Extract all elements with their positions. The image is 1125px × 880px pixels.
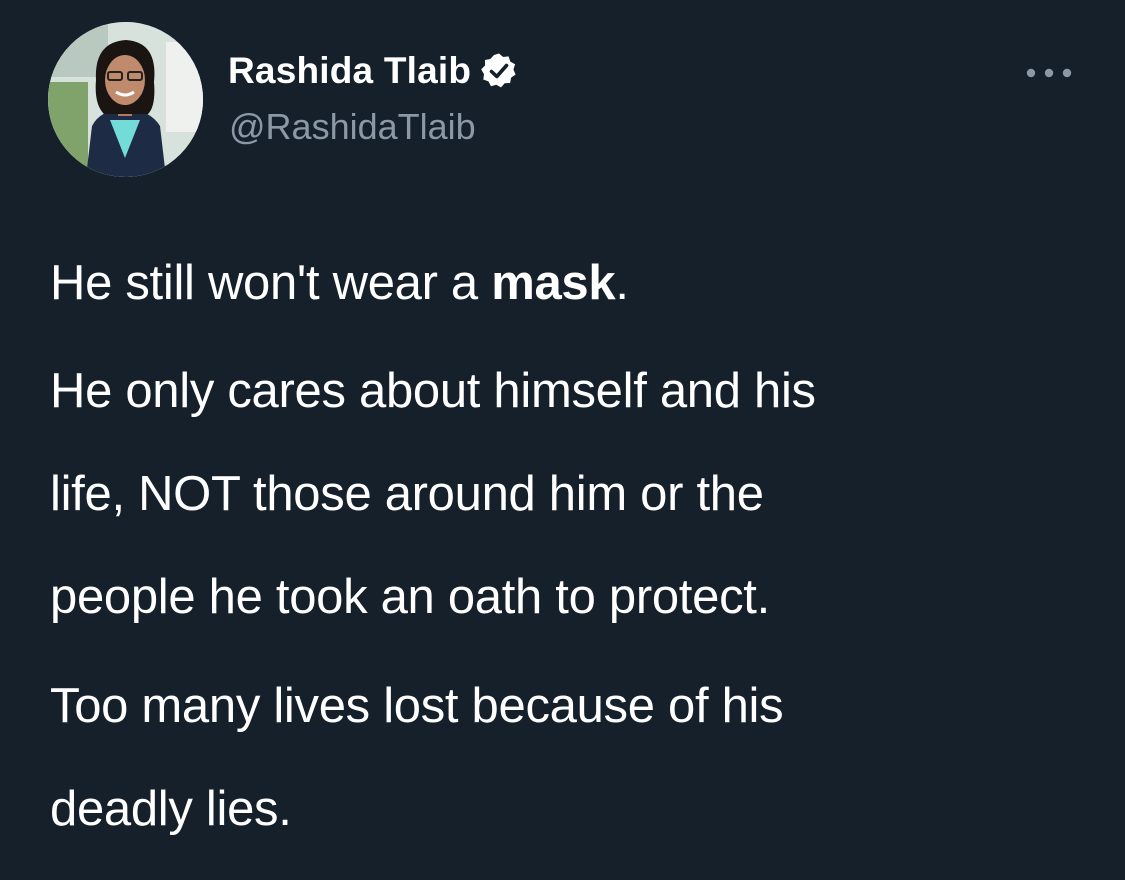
tweet-text-segment: .	[615, 256, 629, 310]
tweet-text-bold-segment: mask	[491, 256, 616, 310]
tweet-line: He only cares about himself and his	[50, 364, 816, 418]
tweet-line: life, NOT those around him or the	[50, 467, 764, 521]
author-display-name[interactable]: Rashida Tlaib	[228, 50, 471, 92]
tweet-line: Too many lives lost because of his	[50, 679, 784, 733]
author-name-row: Rashida Tlaib	[228, 50, 518, 92]
tweet-paragraph-3: Too many lives lost because of his deadl…	[50, 655, 1100, 861]
more-options-button[interactable]	[1022, 60, 1076, 86]
verified-badge-icon	[480, 52, 518, 90]
tweet-line: people he took an oath to protect.	[50, 570, 770, 624]
tweet-line: deadly lies.	[50, 782, 292, 836]
tweet-text: He still won't wear a mask. He only care…	[50, 250, 1100, 861]
tweet-card: Rashida Tlaib @RashidaTlaib He still won…	[0, 0, 1125, 880]
tweet-paragraph-2: He only cares about himself and his life…	[50, 340, 1100, 649]
author-handle[interactable]: @RashidaTlaib	[229, 106, 476, 148]
tweet-paragraph-1: He still won't wear a mask.	[50, 250, 1100, 316]
tweet-text-segment: He still won't wear a	[50, 256, 492, 310]
more-options-icon	[1026, 68, 1072, 78]
author-avatar[interactable]	[48, 22, 203, 177]
